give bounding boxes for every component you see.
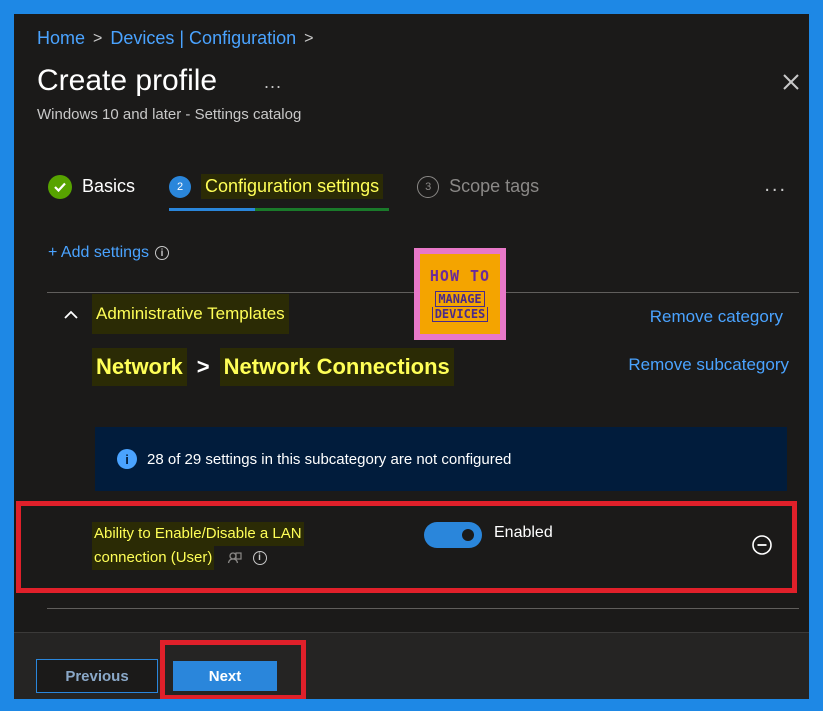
page-subtitle: Windows 10 and later - Settings catalog — [37, 106, 302, 123]
setting-toggle[interactable] — [424, 522, 482, 548]
breadcrumb-home[interactable]: Home — [37, 28, 85, 49]
add-settings-label: + Add settings — [48, 244, 149, 261]
step-number-badge: 2 — [169, 175, 192, 198]
create-profile-blade: Home > Devices | Configuration > Create … — [14, 14, 809, 699]
tab-scope-tags[interactable]: 3 Scope tags — [417, 175, 540, 198]
toggle-state-label: Enabled — [494, 524, 553, 541]
tab-basics[interactable]: Basics — [48, 174, 136, 199]
info-icon[interactable]: i — [252, 551, 267, 566]
info-banner-text: 28 of 29 settings in this subcategory ar… — [147, 450, 512, 468]
next-button[interactable]: Next — [173, 661, 277, 691]
info-icon: i — [117, 449, 137, 469]
logo-text-how-to: HOW TO — [429, 266, 491, 285]
tab-basics-label: Basics — [82, 176, 136, 196]
subcategory-path: Network > Network Connections — [92, 348, 454, 386]
setting-name-line1: Ability to Enable/Disable a LAN — [92, 522, 304, 546]
setting-icons: i — [227, 550, 267, 566]
setting-name: Ability to Enable/Disable a LAN connecti… — [92, 522, 304, 570]
remove-subcategory-link[interactable]: Remove subcategory — [628, 355, 789, 375]
info-banner: i 28 of 29 settings in this subcategory … — [95, 427, 787, 491]
subcategory-name: Network Connections — [219, 348, 454, 386]
breadcrumb-devices-configuration[interactable]: Devices | Configuration — [110, 28, 296, 49]
breadcrumb: Home > Devices | Configuration > — [37, 28, 313, 49]
section-divider — [47, 608, 799, 609]
toggle-knob — [462, 529, 474, 541]
subcategory-parent: Network — [92, 348, 187, 386]
logo-text-manage: MANAGE — [435, 290, 485, 307]
active-tab-indicator-extension — [255, 208, 390, 211]
more-options-button[interactable]: ... — [264, 72, 282, 93]
remove-category-link[interactable]: Remove category — [650, 307, 783, 327]
tab-scope-tags-label: Scope tags — [449, 176, 540, 196]
wizard-steps: Basics 2 Configuration settings 3 Scope … — [48, 174, 573, 211]
category-name: Administrative Templates — [92, 294, 289, 334]
logo-inner: HOW TO MANAGE DEVICES — [420, 254, 500, 334]
remove-setting-icon[interactable] — [751, 534, 773, 556]
page-title: Create profile — [37, 64, 218, 97]
breadcrumb-separator: > — [304, 29, 314, 47]
tab-configuration-settings-label: Configuration settings — [201, 174, 384, 199]
subcategory-separator: > — [196, 354, 210, 379]
chevron-up-icon[interactable] — [62, 306, 80, 324]
user-scope-icon — [227, 552, 242, 564]
close-icon[interactable] — [777, 68, 805, 96]
logo-text-devices: DEVICES — [431, 306, 489, 322]
breadcrumb-separator: > — [93, 29, 103, 47]
setting-name-line2: connection (User) — [92, 546, 215, 570]
info-icon[interactable]: i — [154, 246, 169, 260]
tab-configuration-settings[interactable]: 2 Configuration settings — [169, 174, 390, 211]
previous-button[interactable]: Previous — [36, 659, 158, 693]
step-number-badge: 3 — [417, 175, 440, 198]
steps-more-button[interactable]: ... — [764, 174, 787, 197]
active-tab-indicator — [169, 208, 256, 211]
add-settings-link[interactable]: + Add settings i — [48, 244, 169, 262]
how-to-manage-devices-logo: HOW TO MANAGE DEVICES — [414, 248, 506, 340]
checkmark-icon — [48, 174, 72, 199]
